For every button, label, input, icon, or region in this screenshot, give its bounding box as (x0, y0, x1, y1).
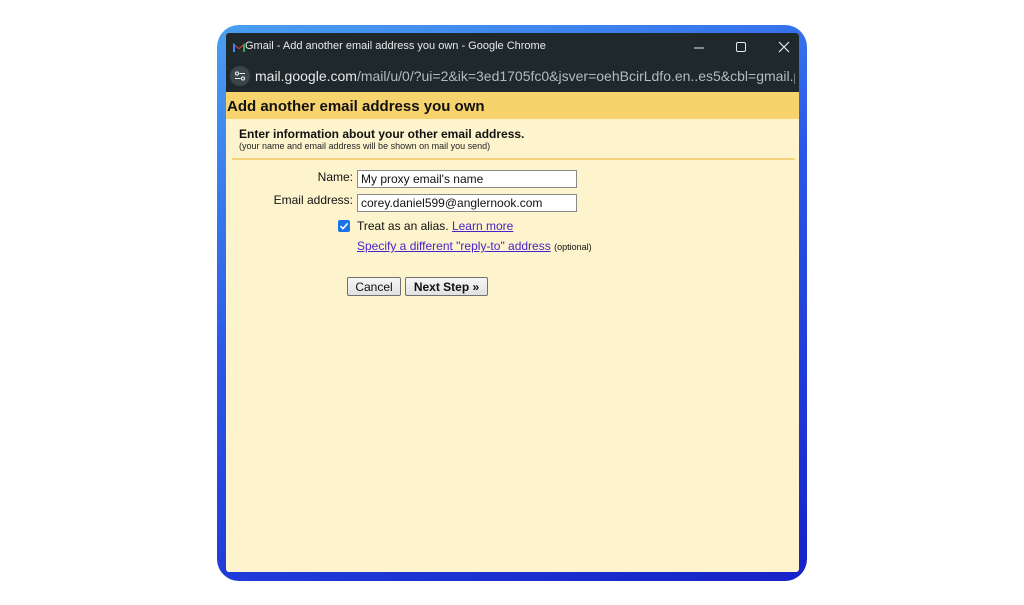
alias-checkbox[interactable] (338, 220, 350, 232)
intro-subtitle: (your name and email address will be sho… (239, 141, 491, 151)
reply-to-row: Specify a different "reply-to" address (… (357, 239, 592, 253)
name-field[interactable] (357, 170, 577, 188)
name-label: Name: (317, 170, 353, 184)
alias-label: Treat as an alias. (357, 219, 449, 233)
next-step-button[interactable]: Next Step » (405, 277, 488, 296)
email-field[interactable] (357, 194, 577, 212)
gmail-logo-icon (233, 42, 245, 52)
minimize-button[interactable] (686, 37, 712, 57)
url-host: mail.google.com (255, 68, 357, 84)
page-title: Add another email address you own (227, 98, 485, 115)
cancel-button[interactable]: Cancel (347, 277, 401, 296)
maximize-button[interactable] (728, 37, 754, 57)
dialog-header: Add another email address you own (226, 92, 799, 119)
intro-title: Enter information about your other email… (239, 127, 525, 141)
close-window-button[interactable] (771, 37, 797, 57)
window-title: Gmail - Add another email address you ow… (245, 40, 546, 52)
chrome-popup-window: Gmail - Add another email address you ow… (226, 33, 799, 572)
close-icon (771, 41, 797, 53)
email-label: Email address: (273, 193, 353, 207)
learn-more-link[interactable]: Learn more (452, 219, 513, 233)
alias-row: Treat as an alias. Learn more (357, 219, 513, 233)
url-path: /mail/u/0/?ui=2&ik=3ed1705fc0&jsver=oehB… (356, 68, 795, 84)
checkmark-icon (338, 220, 350, 232)
address-bar[interactable]: mail.google.com/mail/u/0/?ui=2&ik=3ed170… (226, 61, 799, 92)
site-info-button[interactable] (230, 66, 250, 86)
optional-note: (optional) (554, 242, 592, 252)
section-divider (232, 158, 795, 160)
minimize-icon (686, 41, 712, 53)
site-info-icon (230, 70, 250, 82)
reply-to-link[interactable]: Specify a different "reply-to" address (357, 239, 551, 253)
title-bar[interactable]: Gmail - Add another email address you ow… (226, 33, 799, 61)
url-text[interactable]: mail.google.com/mail/u/0/?ui=2&ik=3ed170… (255, 68, 795, 84)
maximize-icon (728, 41, 754, 53)
